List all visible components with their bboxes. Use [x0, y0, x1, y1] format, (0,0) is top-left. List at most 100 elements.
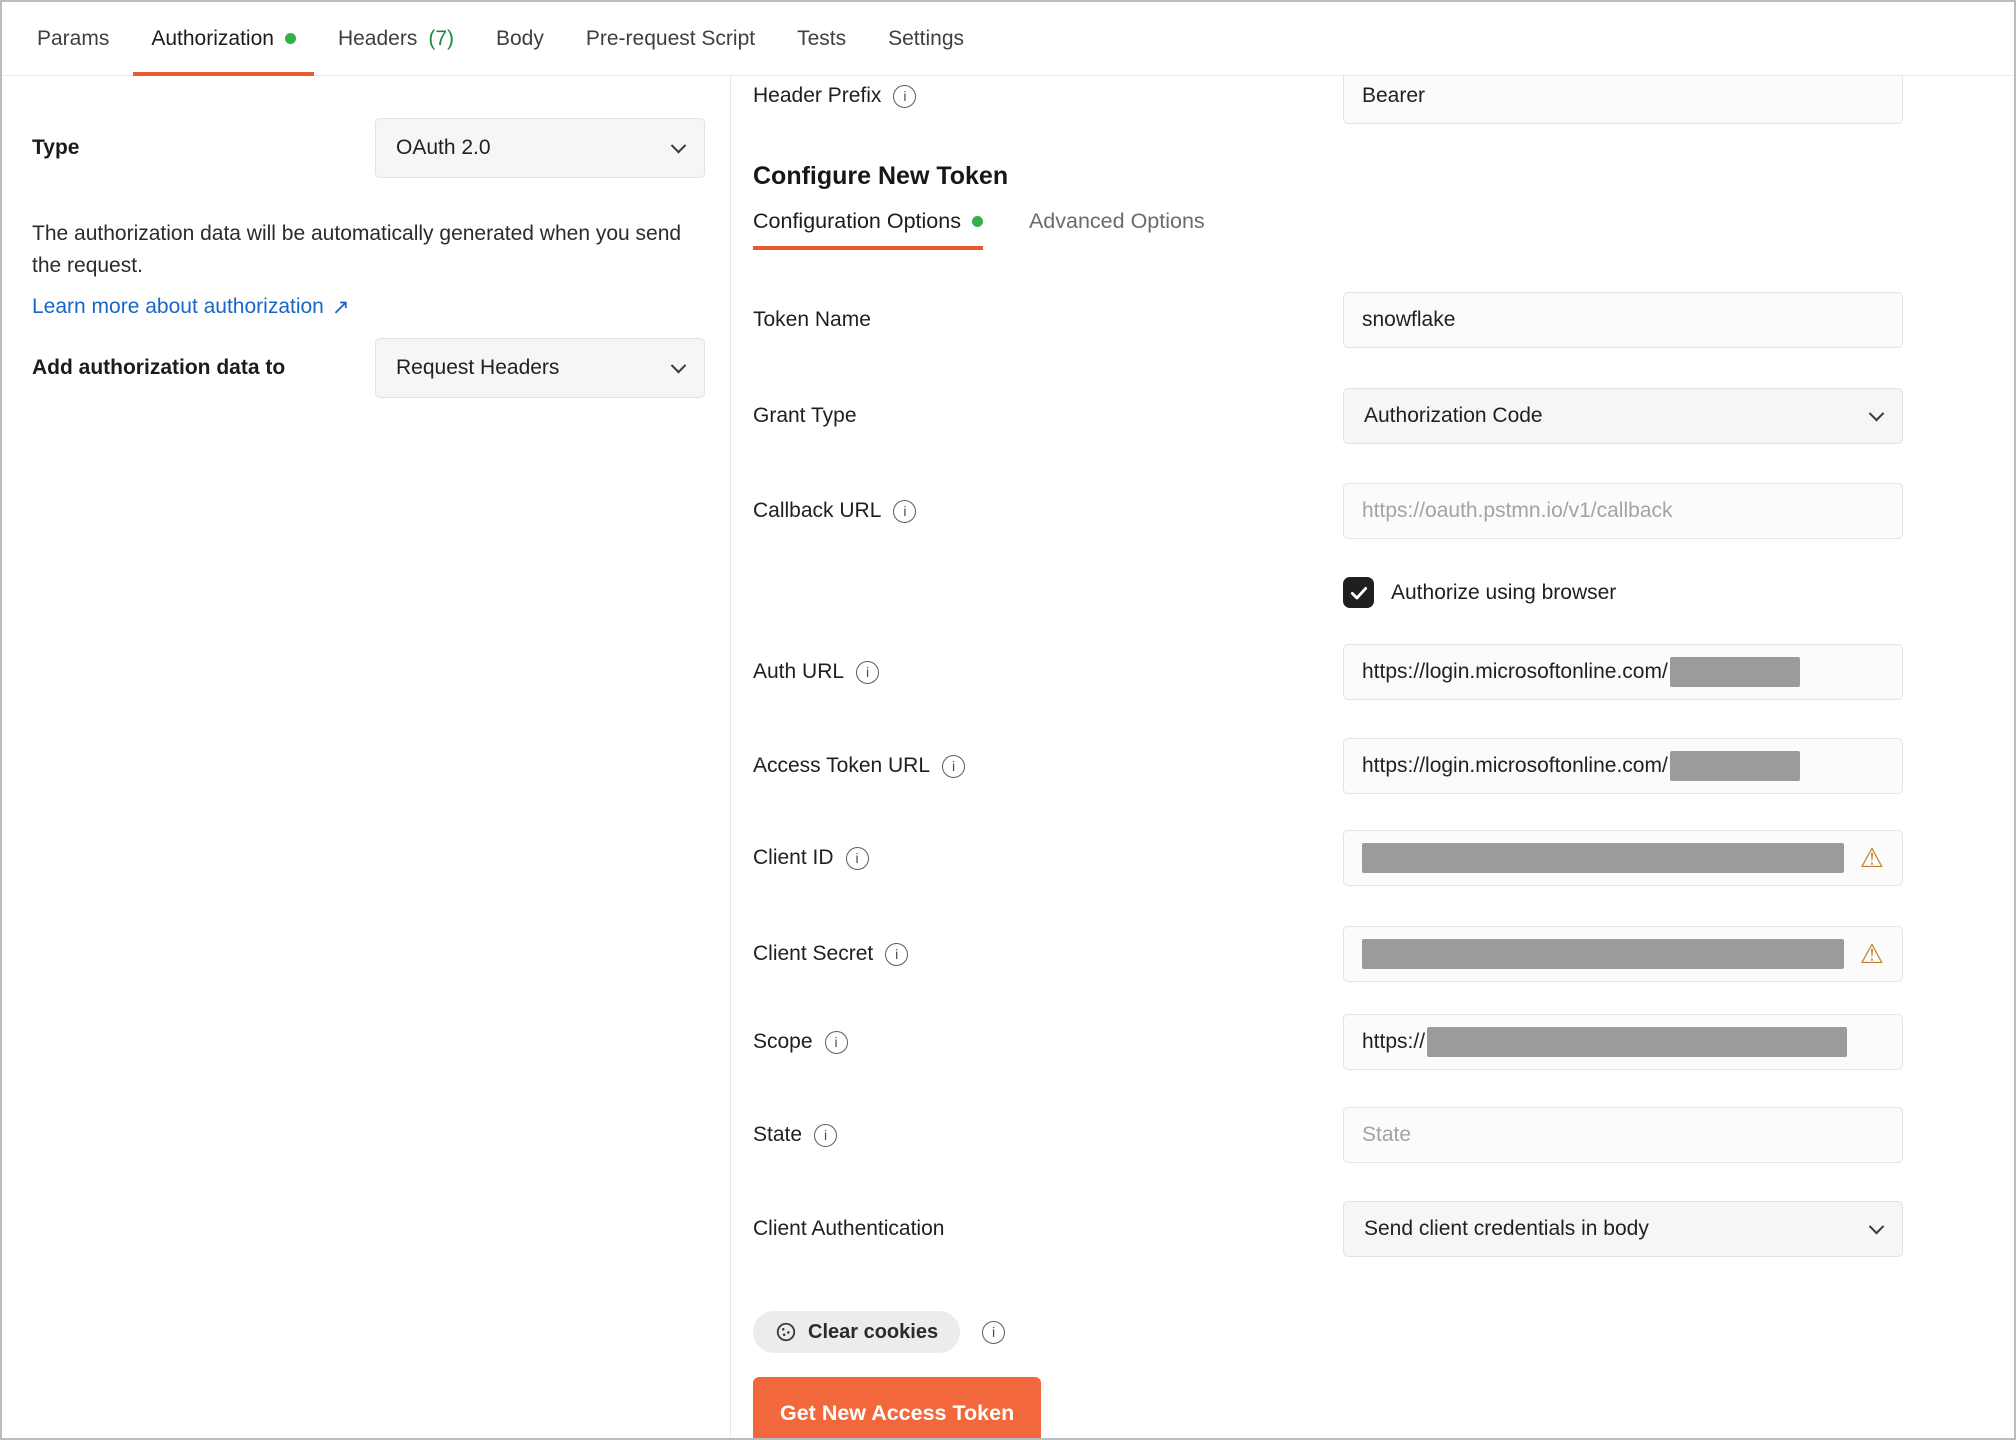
authorize-browser-row: Authorize using browser	[753, 577, 1903, 608]
warning-icon[interactable]: ⚠	[1860, 940, 1884, 968]
auth-type-row: Type OAuth 2.0	[32, 118, 705, 178]
client-id-row: Client ID i ⚠	[753, 830, 1903, 886]
oauth2-config-panel: Header Prefix i Configure New Token Conf…	[731, 76, 2014, 1438]
auth-url-label: Auth URL	[753, 660, 845, 683]
info-icon[interactable]: i	[824, 1030, 848, 1054]
green-dot-icon	[284, 33, 296, 44]
redacted-value	[1362, 843, 1844, 873]
subtab-label: Advanced Options	[1028, 209, 1205, 233]
configure-new-token-title: Configure New Token	[753, 162, 1009, 190]
tab-body[interactable]: Body	[475, 2, 565, 75]
state-input[interactable]	[1343, 1107, 1903, 1163]
info-icon[interactable]: i	[814, 1123, 838, 1147]
scope-row: Scope i https://	[753, 1014, 1903, 1070]
redacted-value	[1427, 1027, 1848, 1057]
tab-label: Pre-request Script	[585, 26, 756, 50]
cookie-icon	[776, 1322, 796, 1342]
authorize-browser-label[interactable]: Authorize using browser	[1391, 581, 1616, 605]
tab-authorization[interactable]: Authorization	[130, 2, 317, 76]
auth-description: The authorization data will be automatic…	[32, 222, 682, 277]
client-id-input[interactable]: ⚠	[1343, 830, 1903, 886]
subtab-label: Configuration Options	[753, 209, 961, 233]
clear-cookies-button[interactable]: Clear cookies	[753, 1311, 961, 1353]
client-authentication-label: Client Authentication	[753, 1217, 945, 1240]
tab-label: Headers	[337, 26, 418, 50]
tab-headers[interactable]: Headers (7)	[317, 2, 475, 75]
access-token-url-value: https://login.microsoftonline.com/	[1362, 754, 1668, 777]
callback-url-input[interactable]	[1343, 483, 1903, 539]
redacted-value	[1669, 751, 1800, 781]
token-name-input[interactable]	[1343, 292, 1903, 348]
auth-url-value: https://login.microsoftonline.com/	[1362, 660, 1668, 683]
client-secret-row: Client Secret i ⚠	[753, 926, 1903, 982]
learn-more-text: Learn more about authorization	[32, 295, 324, 318]
tab-label: Body	[496, 26, 544, 50]
tab-pre-request-script[interactable]: Pre-request Script	[565, 2, 776, 75]
clear-cookies-label: Clear cookies	[808, 1320, 939, 1343]
auth-url-input[interactable]: https://login.microsoftonline.com/	[1343, 644, 1903, 700]
state-label: State	[753, 1123, 803, 1146]
info-icon[interactable]: i	[856, 660, 880, 684]
redacted-value	[1362, 939, 1844, 969]
access-token-url-label: Access Token URL	[753, 754, 931, 777]
subtab-configuration-options[interactable]: Configuration Options	[753, 209, 983, 250]
scope-label: Scope	[753, 1030, 813, 1053]
checkmark-icon	[1350, 586, 1367, 599]
chevron-down-icon	[1868, 405, 1885, 421]
header-prefix-row: Header Prefix i	[753, 76, 1903, 124]
add-auth-data-select[interactable]: Request Headers	[375, 338, 705, 398]
scope-value: https://	[1362, 1030, 1426, 1053]
grant-type-row: Grant Type Authorization Code	[753, 388, 1903, 444]
auth-type-sidebar: Type OAuth 2.0 The authorization data wi…	[2, 76, 731, 1438]
info-icon[interactable]: i	[942, 754, 966, 778]
info-icon[interactable]: i	[982, 1320, 1006, 1344]
add-auth-data-label: Add authorization data to	[32, 356, 286, 379]
info-icon[interactable]: i	[885, 942, 909, 966]
access-token-url-input[interactable]: https://login.microsoftonline.com/	[1343, 738, 1903, 794]
tab-label: Settings	[888, 26, 965, 50]
tab-tests[interactable]: Tests	[776, 2, 867, 75]
token-name-label: Token Name	[753, 308, 871, 331]
token-name-row: Token Name	[753, 292, 1903, 348]
grant-type-value: Authorization Code	[1364, 404, 1543, 427]
authorization-content: Type OAuth 2.0 The authorization data wi…	[2, 76, 2014, 1438]
type-label: Type	[32, 136, 80, 159]
scope-input[interactable]: https://	[1343, 1014, 1903, 1070]
subtab-advanced-options[interactable]: Advanced Options	[1029, 209, 1205, 250]
authorize-browser-checkbox[interactable]	[1343, 577, 1374, 608]
redacted-value	[1669, 657, 1800, 687]
client-secret-input[interactable]: ⚠	[1343, 926, 1903, 982]
auth-type-select[interactable]: OAuth 2.0	[375, 118, 705, 178]
callback-url-label: Callback URL	[753, 499, 882, 522]
callback-url-row: Callback URL i	[753, 483, 1903, 539]
client-authentication-row: Client Authentication Send client creden…	[753, 1201, 1903, 1257]
tab-label: Params	[37, 26, 110, 50]
state-row: State i	[753, 1107, 1903, 1163]
auth-type-value: OAuth 2.0	[396, 136, 491, 159]
tab-settings[interactable]: Settings	[867, 2, 985, 75]
grant-type-select[interactable]: Authorization Code	[1343, 388, 1903, 444]
grant-type-label: Grant Type	[753, 404, 857, 427]
chevron-down-icon	[670, 137, 687, 153]
green-dot-icon	[971, 216, 983, 227]
tab-params[interactable]: Params	[16, 2, 130, 75]
client-id-label: Client ID	[753, 846, 834, 869]
tab-label: Authorization	[151, 26, 274, 50]
client-authentication-value: Send client credentials in body	[1364, 1217, 1649, 1240]
client-authentication-select[interactable]: Send client credentials in body	[1343, 1201, 1903, 1257]
external-link-icon: ↗	[331, 296, 350, 319]
get-new-access-token-button[interactable]: Get New Access Token	[753, 1377, 1042, 1438]
info-icon[interactable]: i	[893, 499, 917, 523]
headers-count-badge: (7)	[428, 26, 454, 50]
request-tabbar: Params Authorization Headers (7) Body Pr…	[2, 2, 2014, 76]
add-auth-data-value: Request Headers	[396, 356, 560, 379]
token-config-subtabs: Configuration Options Advanced Options	[753, 209, 1903, 250]
info-icon[interactable]: i	[893, 84, 917, 108]
request-authorization-panel: Params Authorization Headers (7) Body Pr…	[0, 0, 2016, 1440]
info-icon[interactable]: i	[845, 846, 869, 870]
header-prefix-input[interactable]	[1343, 76, 1903, 124]
learn-more-link[interactable]: Learn more about authorization ↗	[32, 295, 349, 320]
warning-icon[interactable]: ⚠	[1860, 844, 1884, 872]
client-secret-label: Client Secret	[753, 942, 874, 965]
header-prefix-label-group: Header Prefix i	[753, 84, 1343, 108]
